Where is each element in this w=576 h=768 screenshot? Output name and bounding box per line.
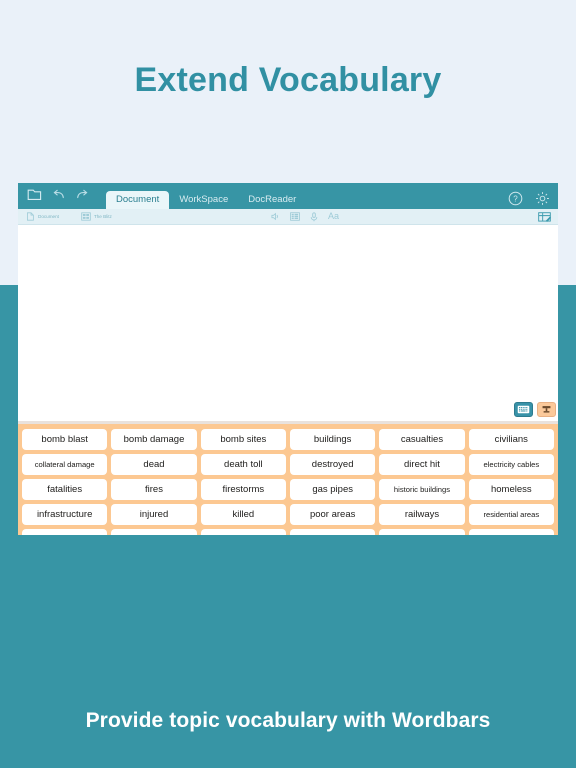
wordbar-toggle-button[interactable] [537,402,556,417]
wordbar-cell[interactable]: uninhabitable [289,529,376,535]
wordbar-cell[interactable]: dead [111,454,197,475]
tab-document[interactable]: Document [106,190,170,209]
subtoolbar-document-item[interactable]: Document [26,212,59,221]
wordbar-cell[interactable]: bomb sites [200,429,286,450]
wordbar-cell[interactable]: bomb blast [22,429,108,450]
wordbar-cell[interactable]: death toll [200,454,286,475]
subtoolbar-document-label: Document [38,214,59,219]
wordbar-cell[interactable]: poor areas [289,504,376,525]
wordbar-cell[interactable]: infrastructure [22,504,108,525]
app-window: Document WorkSpace DocReader ? Document … [18,183,558,535]
wordbar-cell[interactable]: tenements [200,529,286,535]
page-caption: Provide topic vocabulary with Wordbars [85,709,491,732]
document-page-icon [26,212,35,221]
page-title: Extend Vocabulary [134,61,442,99]
wordbar-grid: bomb blast bomb damage bomb sites buildi… [18,421,558,535]
grid-thumbnail-icon [81,212,91,221]
wordbar-row: infrastructure injured killed poor areas… [22,504,554,525]
wordbar-row: collateral damage dead death toll destro… [22,454,554,475]
subtoolbar-center-group: Aa [271,212,339,222]
wordbar-cell[interactable]: civilians [468,429,554,450]
wordbar-cell[interactable]: wounded [468,529,554,535]
wordbar-cell[interactable]: direct hit [379,454,465,475]
toolbar-right-group: ? [508,191,550,206]
wordbar-cell[interactable]: historic buildings [379,479,465,500]
help-icon[interactable]: ? [508,191,523,206]
app-toolbar: Document WorkSpace DocReader ? [18,183,558,209]
app-subtoolbar: Document The Blitz Aa [18,209,558,225]
toolbar-left-group [18,183,88,209]
wordbar-cell[interactable]: water pipes [379,529,465,535]
toolbar-tabs: Document WorkSpace DocReader [106,183,306,209]
subtoolbar-wordbar-label: The Blitz [93,214,112,219]
wordbar-cell[interactable]: injured [111,504,197,525]
tab-docreader[interactable]: DocReader [238,191,306,210]
wordbar-cell[interactable]: fires [111,479,197,500]
wordbar-cell[interactable]: killed [200,504,286,525]
wordbar-cell[interactable]: fatalities [22,479,108,500]
wordbar-cell[interactable]: residential areas [468,504,554,525]
keyboard-toggle-button[interactable] [514,402,533,417]
wordbar-cell[interactable]: bomb damage [111,429,197,450]
list-grid-icon[interactable] [290,212,300,221]
wordbar-cell[interactable]: telephone cables [111,529,197,535]
text-size-icon[interactable]: Aa [328,212,339,221]
edit-table-icon[interactable] [538,211,551,222]
redo-icon[interactable] [76,189,88,200]
wordbar-cell[interactable]: gas pipes [289,479,376,500]
subtoolbar-right-group [538,211,551,222]
tab-workspace[interactable]: WorkSpace [169,191,238,210]
speaker-icon[interactable] [271,212,280,221]
wordbar-row: rubble telephone cables tenements uninha… [22,529,554,535]
document-canvas[interactable] [18,225,558,421]
microphone-icon[interactable] [310,211,318,222]
wordbar-cell[interactable]: homeless [468,479,554,500]
wordbar-cell[interactable]: rubble [22,529,108,535]
wordbar-cell[interactable]: destroyed [289,454,376,475]
svg-text:?: ? [513,195,518,204]
wordbar-cell[interactable]: buildings [289,429,376,450]
folder-icon[interactable] [27,187,42,201]
undo-icon[interactable] [53,189,65,200]
subtoolbar-left-group: Document The Blitz [18,212,112,221]
wordbar-cell[interactable]: electricity cables [468,454,554,475]
wordbar-row: bomb blast bomb damage bomb sites buildi… [22,429,554,450]
wordbar-cell[interactable]: firestorms [200,479,286,500]
wordbar-cell[interactable]: casualties [379,429,465,450]
subtoolbar-wordbar-item[interactable]: The Blitz [81,212,112,221]
wordbar-row: fatalities fires firestorms gas pipes hi… [22,479,554,500]
settings-gear-icon[interactable] [535,191,550,206]
wordbar-cell[interactable]: collateral damage [22,454,108,475]
floating-toggle-group [514,402,556,417]
wordbar-cell[interactable]: railways [379,504,465,525]
